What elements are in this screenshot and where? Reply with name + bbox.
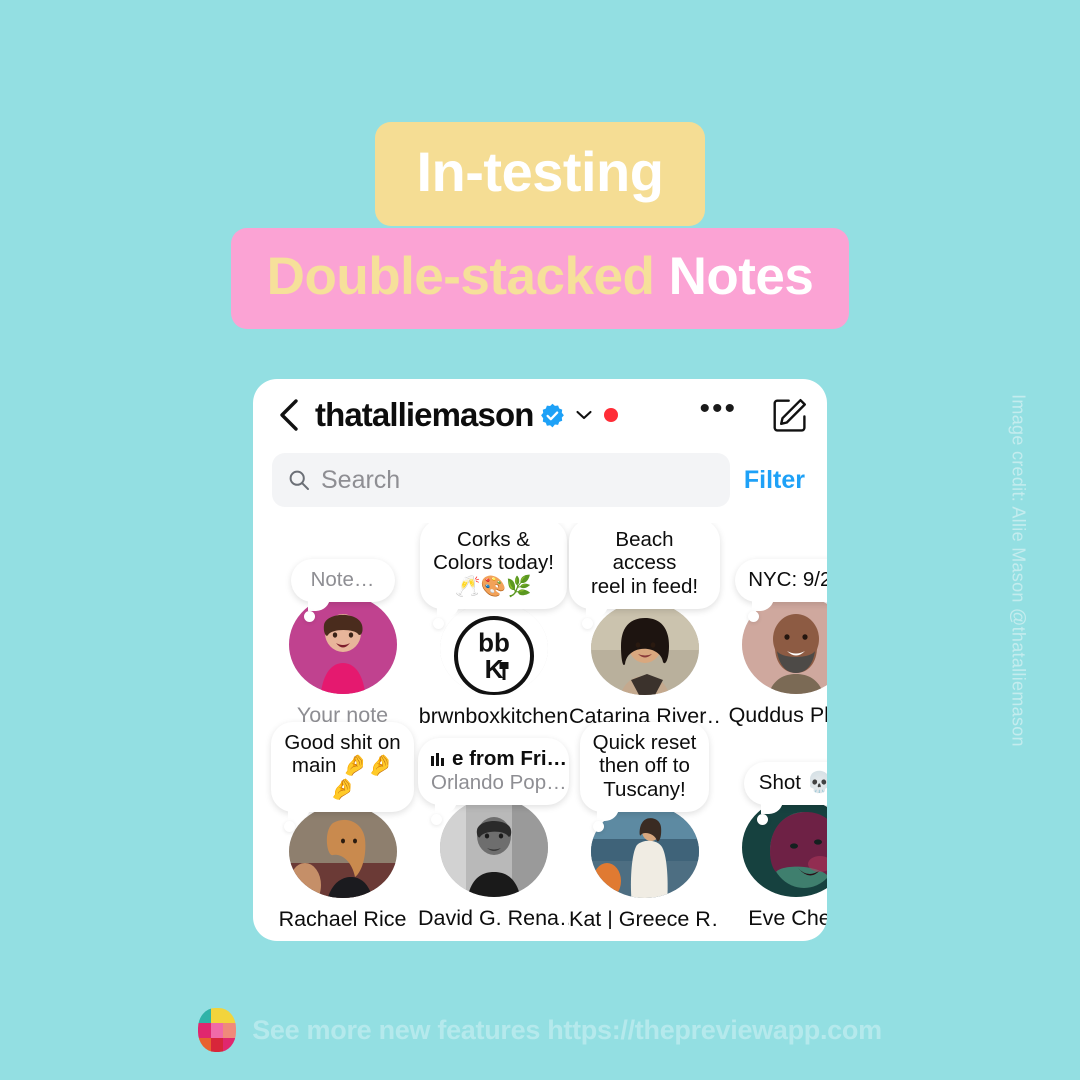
chevron-down-icon[interactable] — [574, 405, 594, 425]
note-bubble[interactable]: Quick reset then off to Tuscany! — [579, 721, 710, 832]
notes-grid: Note… Your note Corks & Colors today! 🥂🎨🌿… — [253, 523, 827, 929]
note-bubble[interactable]: Corks & Colors today! 🥂🎨🌿 — [420, 523, 567, 629]
verified-badge-icon — [540, 403, 565, 428]
note-author-name: Kat | Greece R… — [569, 907, 720, 929]
avatar-rachael[interactable] — [288, 805, 397, 899]
note-bubble-tail — [435, 799, 457, 814]
note-bubble-text: Beach access reel in feed! — [590, 527, 699, 599]
note-bubble-holder: e from Fri… Orlando Pop… — [418, 726, 569, 825]
note-bubble-holder: Corks & Colors today! 🥂🎨🌿 — [418, 523, 569, 629]
note-bubble-holder: Good shit on main 🤌🤌 🤌 — [267, 721, 418, 832]
note-bubble-tail-dot — [431, 813, 442, 825]
equalizer-icon — [431, 748, 446, 767]
note-bubble-music[interactable]: e from Fri… Orlando Pop… — [418, 738, 569, 825]
note-bubble-text: Shot 💀 — [758, 771, 827, 795]
banner-in-testing: In-testing — [0, 122, 1080, 226]
note-bubble-holder: Shot 💀 — [720, 726, 827, 825]
more-options-button[interactable]: ••• — [699, 394, 737, 426]
note-bubble-tail-dot — [303, 610, 315, 622]
note-author-name: Eve Chen — [748, 906, 827, 929]
note-cell[interactable]: Shot 💀 Eve Chen — [720, 726, 827, 929]
note-bubble-holder: Beach access reel in feed! — [569, 523, 720, 629]
unread-status-dot — [604, 408, 619, 422]
compose-icon[interactable] — [771, 396, 809, 434]
avatar-david[interactable] — [439, 797, 548, 898]
note-cell[interactable]: e from Fri… Orlando Pop… David G. Rena… — [418, 726, 569, 929]
note-cell[interactable]: Good shit on main 🤌🤌 🤌 Rachael Rice — [267, 721, 418, 929]
notes-row: Note… Your note Corks & Colors today! 🥂🎨🌿… — [267, 523, 827, 726]
note-bubble[interactable]: NYC: 9/28 — [735, 559, 827, 622]
image-credit: Image credit: Allie Mason @thatalliemaso… — [1008, 394, 1029, 747]
note-bubble-holder: NYC: 9/28 — [720, 523, 827, 622]
note-author-name: Quddus Philip — [728, 703, 827, 726]
note-cell[interactable]: Note… Your note — [267, 523, 418, 726]
banner-notes-label-part2: Notes — [668, 247, 814, 306]
note-bubble[interactable]: Shot 💀 — [743, 762, 827, 825]
banner-double-stacked-notes: Double-stacked Notes — [0, 228, 1080, 329]
note-cell[interactable]: Corks & Colors today! 🥂🎨🌿 qq K brwnboxki… — [418, 523, 569, 726]
avatar-eve[interactable] — [741, 797, 827, 898]
banner-notes-pill: Double-stacked Notes — [230, 228, 850, 329]
note-bubble[interactable]: Beach access reel in feed! — [569, 523, 720, 629]
note-bubble-text: NYC: 9/28 — [748, 568, 827, 592]
filter-button[interactable]: Filter — [744, 466, 809, 495]
search-row: Search Filter — [253, 453, 827, 507]
preview-app-logo-icon — [198, 1008, 237, 1052]
note-bubble-text: Quick reset then off to Tuscany! — [592, 730, 697, 802]
note-song-title: e from Fri… — [431, 747, 567, 771]
avatar-brwnboxkitchen-logo[interactable]: qq K — [439, 602, 548, 696]
note-bubble-holder: Note… — [267, 523, 418, 622]
note-cell[interactable]: Quick reset then off to Tuscany! Kat | G… — [569, 721, 720, 929]
note-bubble-tail-dot — [756, 813, 768, 825]
banner-in-testing-label: In-testing — [416, 140, 664, 203]
note-bubble-text: Note… — [310, 568, 375, 592]
search-placeholder-text: Search — [321, 465, 401, 494]
note-author-name: David G. Rena… — [418, 906, 569, 929]
note-author-name: Rachael Rice — [278, 907, 407, 929]
footer: See more new features https://thepreview… — [0, 1000, 1080, 1060]
note-bubble-tail-dot — [582, 618, 593, 629]
notes-row: Good shit on main 🤌🤌 🤌 Rachael Rice e fro… — [267, 721, 827, 929]
banner-notes-label-part1: Double-stacked — [266, 247, 655, 306]
note-bubble-holder: Quick reset then off to Tuscany! — [569, 721, 720, 832]
note-song-artist: Orlando Pop… — [431, 771, 567, 795]
note-author-name: brwnboxkitchen — [418, 704, 569, 726]
note-bubble-tail-dot — [433, 618, 445, 629]
avatar-catarina[interactable] — [590, 602, 699, 696]
avatar-allie-pink[interactable] — [288, 594, 397, 695]
search-icon — [288, 469, 310, 491]
note-bubble-text: Corks & Colors today! 🥂🎨🌿 — [433, 527, 554, 599]
note-bubble[interactable]: Good shit on main 🤌🤌 🤌 — [271, 721, 414, 832]
search-input[interactable]: Search — [272, 453, 730, 507]
footer-text: See more new features https://thepreview… — [252, 1014, 882, 1045]
banner-in-testing-pill: In-testing — [374, 122, 706, 226]
note-bubble[interactable]: Note… — [290, 559, 395, 622]
instagram-notes-screen: thatalliemason ••• Search Filter Note… Y… — [253, 379, 827, 941]
page-title: thatalliemason — [315, 396, 534, 433]
note-cell[interactable]: NYC: 9/28 Quddus Philip — [720, 523, 827, 726]
note-bubble-text: Good shit on main 🤌🤌 🤌 — [284, 730, 401, 802]
note-cell[interactable]: Beach access reel in feed! Catarina Rive… — [569, 523, 720, 726]
note-bubble-tail-dot — [592, 821, 604, 832]
app-header: thatalliemason ••• — [253, 379, 827, 451]
back-chevron-icon[interactable] — [275, 398, 301, 432]
